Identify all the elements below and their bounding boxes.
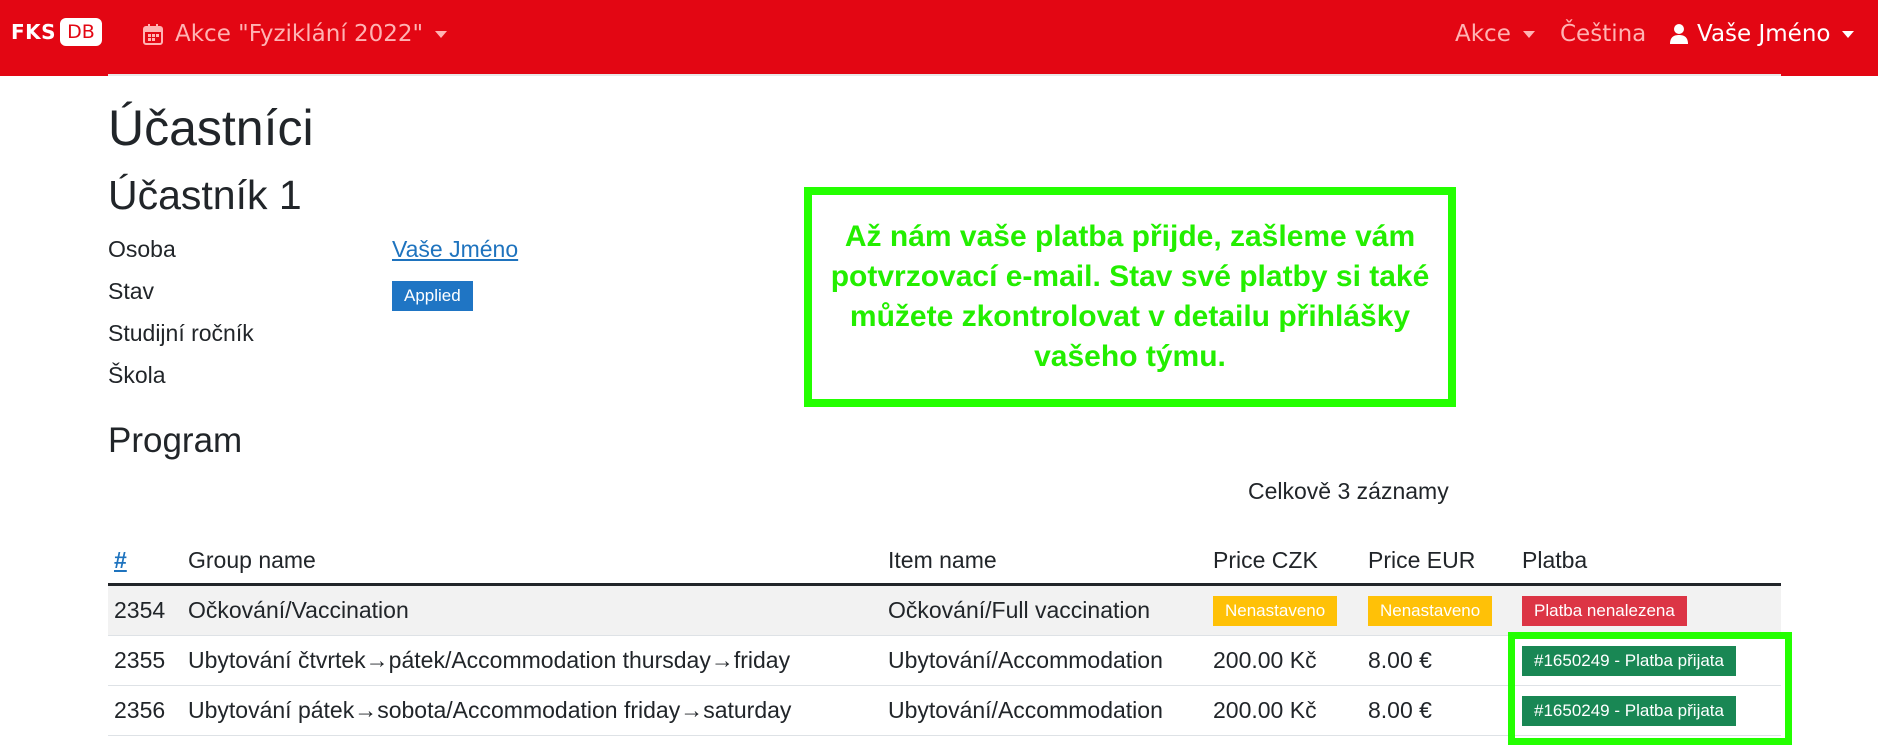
payment-info-callout: Až nám vaše platba přijde, zašleme vám p… [804,187,1456,407]
chevron-down-icon [435,30,448,38]
person-link[interactable]: Vaše Jméno [392,236,518,263]
cell-group: Ubytování pátek→sobota/Accommodation fri… [188,697,792,723]
brand-secondary: DB [60,18,102,46]
event-dropdown[interactable]: Akce "Fyziklání 2022" [143,18,448,50]
language-label: Čeština [1560,21,1647,47]
cell-price-czk: Nenastaveno [1213,586,1338,635]
payment-highlight-box [1508,632,1792,745]
actions-dropdown-label: Akce [1455,21,1511,47]
calendar-icon [143,24,163,45]
payment-not-found-badge: Platba nenalezena [1522,595,1687,626]
total-records: Celkově 3 záznamy [1248,478,1449,504]
header-item: Item name [888,546,997,573]
callout-text: Až nám vaše platba přijde, zašleme vám p… [830,220,1430,373]
header-price-eur: Price EUR [1368,546,1476,573]
detail-label-rocnik: Studijní ročník [108,320,254,346]
unset-badge: Nenastaveno [1213,595,1338,626]
brand-primary: FKS [11,20,57,44]
person-link-text[interactable]: Vaše Jméno [392,236,518,262]
program-heading: Program [108,421,243,460]
cell-group: Očkování/Vaccination [188,597,409,623]
table-row: 2354 Očkování/Vaccination Očkování/Full … [108,586,1781,636]
status-badge: Applied [392,281,473,311]
participant-heading: Účastník 1 [108,172,302,218]
cell-item: Očkování/Full vaccination [888,597,1151,623]
page-title: Účastníci [108,100,314,156]
cell-id: 2355 [114,647,166,673]
cell-item: Ubytování/Accommodation [888,647,1163,673]
cell-price-eur: 8.00 € [1368,697,1432,723]
cell-group: Ubytování čtvrtek→pátek/Accommodation th… [188,647,791,673]
cell-id: 2354 [114,597,166,623]
user-icon [1670,24,1688,44]
cell-platba: Platba nenalezena [1522,586,1687,635]
cell-price-czk: 200.00 Kč [1213,697,1317,723]
cell-price-czk: 200.00 Kč [1213,647,1317,673]
header-price-czk: Price CZK [1213,546,1318,573]
chevron-down-icon [1842,30,1855,38]
language-switch[interactable]: Čeština [1560,18,1646,50]
table-header: # Group name Item name Price CZK Price E… [108,537,1781,586]
user-dropdown[interactable]: Vaše Jméno [1669,18,1855,50]
header-platba: Platba [1522,546,1588,573]
detail-label-osoba: Osoba [108,236,176,262]
status-cell: Applied [392,280,473,311]
cell-id: 2356 [114,697,166,723]
detail-label-skola: Škola [108,362,166,388]
user-dropdown-label: Vaše Jméno [1697,21,1831,47]
cell-item: Ubytování/Accommodation [888,697,1163,723]
unset-badge: Nenastaveno [1368,595,1493,626]
detail-label-stav: Stav [108,278,155,304]
cell-price-eur: 8.00 € [1368,647,1432,673]
header-group: Group name [188,546,316,573]
event-dropdown-label: Akce "Fyziklání 2022" [175,21,424,47]
cell-price-eur: Nenastaveno [1368,586,1493,635]
header-id[interactable]: # [114,537,127,583]
top-navbar: FKS DB Akce "Fyziklání 2022" Akce Češtin… [0,0,1878,76]
actions-dropdown[interactable]: Akce [1455,18,1535,50]
brand-logo[interactable]: FKS DB [11,17,102,47]
chevron-down-icon [1522,30,1535,38]
navbar-divider [108,74,1781,76]
sort-id-link[interactable]: # [114,547,127,574]
